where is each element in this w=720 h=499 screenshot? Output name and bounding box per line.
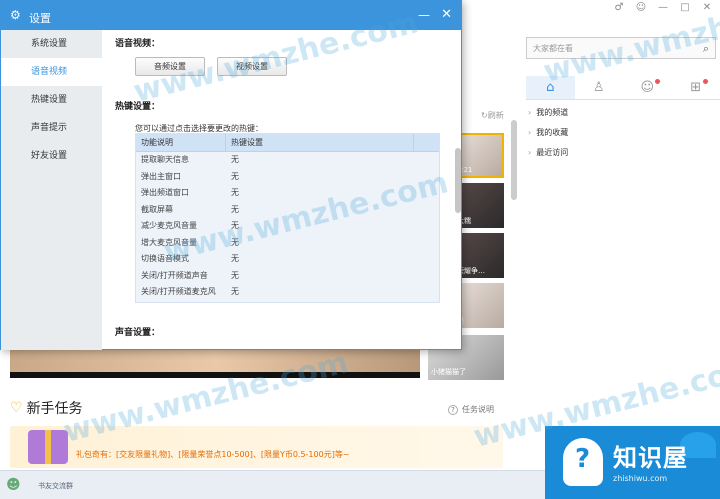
video-settings-button[interactable]: 视频设置 bbox=[217, 57, 287, 76]
dialog-titlebar[interactable]: ⚙ 设置 — ✕ bbox=[1, 1, 461, 30]
sidebar-item-sound[interactable]: 声音提示 bbox=[1, 114, 102, 142]
group-icon: ☻ bbox=[6, 477, 21, 493]
task-help-link[interactable]: ? 任务说明 bbox=[448, 404, 494, 415]
tab-friends[interactable]: ☺ bbox=[623, 76, 672, 99]
gift-box-icon bbox=[28, 430, 68, 464]
friends-icon: ☺ bbox=[640, 80, 655, 95]
question-icon: ? bbox=[448, 404, 458, 415]
table-row[interactable]: 弹出频道窗口无 bbox=[136, 185, 439, 202]
sidebar-item-voice-video[interactable]: 语音视频 bbox=[1, 58, 102, 86]
settings-content: 语音视频： 音频设置 视频设置 热键设置： 您可以通过点击选择要更改的热键： 功… bbox=[102, 30, 461, 350]
bulb-icon bbox=[563, 438, 603, 486]
sidebar-item-friends[interactable]: 好友设置 bbox=[1, 142, 102, 170]
search-placeholder: 大家都在看 bbox=[533, 44, 573, 53]
column-header-spacer bbox=[414, 134, 439, 151]
search-input[interactable]: 大家都在看 ⌕ bbox=[526, 37, 716, 59]
table-header: 功能说明 热键设置 bbox=[136, 134, 439, 152]
tree-item-favorites[interactable]: › 我的收藏 bbox=[528, 123, 718, 143]
bottom-link[interactable]: 书友交流群 bbox=[38, 481, 73, 491]
window-controls: ♂ ☺ — □ ✕ bbox=[612, 2, 714, 13]
table-row[interactable]: 弹出主窗口无 bbox=[136, 169, 439, 186]
skin-icon[interactable]: ♂ bbox=[612, 2, 626, 13]
settings-sidebar: 系统设置 语音视频 热键设置 声音提示 好友设置 bbox=[1, 30, 102, 350]
tab-home[interactable]: ⌂ bbox=[526, 76, 575, 99]
close-icon[interactable]: ✕ bbox=[700, 2, 714, 13]
maximize-icon[interactable]: □ bbox=[678, 2, 692, 13]
chevron-right-icon: › bbox=[528, 108, 532, 117]
chevron-right-icon: › bbox=[528, 128, 532, 137]
table-row[interactable]: 关闭/打开频道声音无 bbox=[136, 268, 439, 285]
tree-item-recent[interactable]: › 最近访问 bbox=[528, 143, 718, 163]
user-icon: ♙ bbox=[592, 80, 605, 95]
gear-icon: ⚙ bbox=[10, 8, 21, 22]
minimize-icon[interactable]: — bbox=[418, 8, 430, 22]
scrollbar[interactable] bbox=[455, 148, 461, 213]
channel-tree: › 我的频道 › 我的收藏 › 最近访问 bbox=[528, 103, 718, 163]
table-row[interactable]: 增大麦克风音量无 bbox=[136, 235, 439, 252]
tree-item-my-channels[interactable]: › 我的频道 bbox=[528, 103, 718, 123]
home-icon: ⌂ bbox=[546, 80, 555, 95]
table-row[interactable]: 关闭/打开频道麦克风无 bbox=[136, 284, 439, 301]
refresh-link[interactable]: ↻刷新 bbox=[481, 110, 504, 121]
settings-dialog: ⚙ 设置 — ✕ 系统设置 语音视频 热键设置 声音提示 好友设置 语音视频： … bbox=[0, 0, 462, 350]
section-title-hotkey: 热键设置： bbox=[115, 102, 161, 112]
hotkey-table: 功能说明 热键设置 提取聊天信息无 弹出主窗口无 弹出频道窗口无 截取屏幕无 减… bbox=[135, 133, 440, 303]
table-row[interactable]: 减少麦克风音量无 bbox=[136, 218, 439, 235]
close-icon[interactable]: ✕ bbox=[441, 7, 452, 22]
heart-icon: ♡ bbox=[10, 400, 23, 416]
gift-banner[interactable]: 礼包奇有：[交友限量礼物]、[限量荣誉点10-500]、[限量Y币0.5-100… bbox=[10, 426, 503, 468]
notification-dot bbox=[703, 79, 708, 84]
chevron-right-icon: › bbox=[528, 148, 532, 157]
dialog-title: 设置 bbox=[29, 12, 51, 25]
newbie-task-title: ♡ 新手任务 bbox=[10, 400, 83, 417]
section-title-sound: 声音设置： bbox=[115, 328, 161, 338]
table-row[interactable]: 截取屏幕无 bbox=[136, 202, 439, 219]
banner-text: 礼包奇有：[交友限量礼物]、[限量荣誉点10-500]、[限量Y币0.5-100… bbox=[76, 450, 350, 459]
column-header-hotkey: 热键设置 bbox=[226, 134, 414, 151]
refresh-icon: ↻ bbox=[481, 111, 488, 120]
audio-settings-button[interactable]: 音频设置 bbox=[135, 57, 205, 76]
face-icon[interactable]: ☺ bbox=[634, 2, 648, 13]
sidebar-item-hotkey[interactable]: 热键设置 bbox=[1, 86, 102, 114]
site-logo: 知识屋 zhishiwu.com bbox=[545, 426, 720, 499]
scrollbar[interactable] bbox=[511, 120, 517, 200]
table-row[interactable]: 提取聊天信息无 bbox=[136, 152, 439, 169]
search-icon[interactable]: ⌕ bbox=[703, 42, 709, 56]
side-tabs: ⌂ ♙ ☺ ⊞ bbox=[526, 76, 720, 100]
column-header-function: 功能说明 bbox=[136, 134, 226, 151]
grid-icon: ⊞ bbox=[690, 80, 702, 95]
table-row[interactable]: 切换语音模式无 bbox=[136, 251, 439, 268]
sidebar-item-system[interactable]: 系统设置 bbox=[1, 30, 102, 58]
tab-user[interactable]: ♙ bbox=[575, 76, 624, 99]
minimize-icon[interactable]: — bbox=[656, 2, 670, 13]
tab-apps[interactable]: ⊞ bbox=[672, 76, 720, 99]
notification-dot bbox=[654, 79, 660, 84]
video-preview[interactable] bbox=[10, 350, 420, 378]
section-title-voice-video: 语音视频： bbox=[115, 39, 161, 49]
